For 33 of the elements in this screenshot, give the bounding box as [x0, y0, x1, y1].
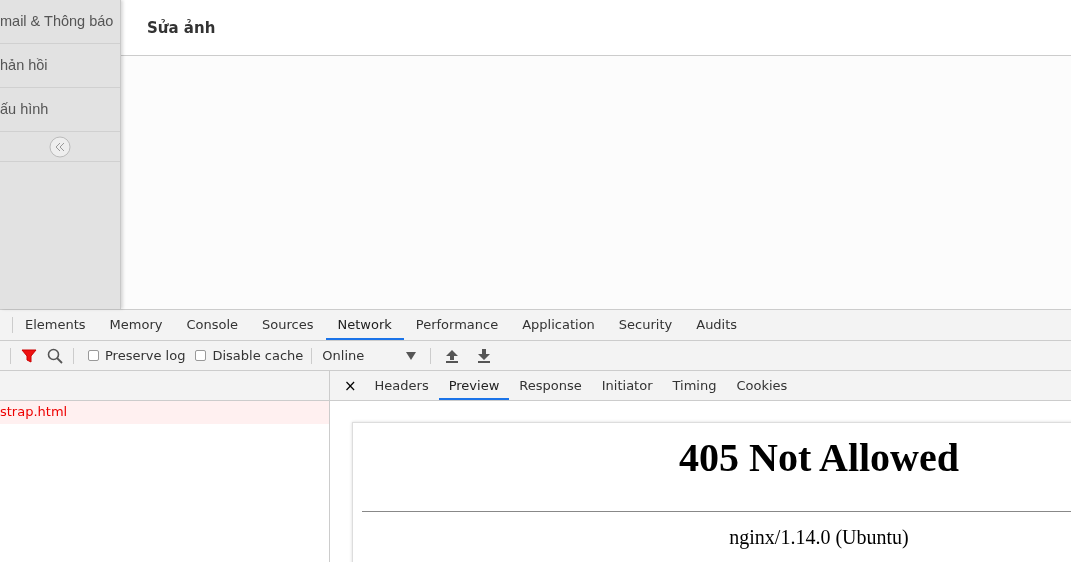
- request-row[interactable]: strap.html: [0, 401, 329, 424]
- sidebar-item[interactable]: ấu hình: [0, 98, 49, 121]
- filter-icon[interactable]: [21, 348, 37, 363]
- download-icon[interactable]: [477, 348, 492, 363]
- throttle-select[interactable]: Online: [320, 345, 401, 366]
- server-signature: nginx/1.14.0 (Ubuntu): [729, 526, 909, 548]
- detail-tab[interactable]: Initiator: [591, 371, 663, 400]
- error-heading: 405 Not Allowed: [678, 434, 960, 482]
- checkbox[interactable]: [88, 350, 99, 361]
- page-title: Sửa ảnh: [147, 19, 216, 37]
- devtools-tab[interactable]: Elements: [13, 310, 98, 340]
- sidebar-item[interactable]: mail & Thông báo: [0, 10, 114, 33]
- upload-icon[interactable]: [445, 348, 460, 363]
- devtools-tab[interactable]: Memory: [97, 310, 175, 340]
- devtools-tab[interactable]: Security: [606, 310, 685, 340]
- devtools-tab[interactable]: Network: [325, 310, 404, 340]
- detail-tab[interactable]: Timing: [662, 371, 727, 400]
- sidebar-item[interactable]: hản hồi: [0, 54, 48, 77]
- detail-tab[interactable]: Response: [509, 371, 592, 400]
- devtools-tab[interactable]: Console: [174, 310, 251, 340]
- search-icon[interactable]: [47, 347, 63, 364]
- checkbox-label: Preserve log: [105, 346, 186, 365]
- detail-tab[interactable]: Preview: [438, 371, 510, 400]
- checkbox-label: Disable cache: [212, 346, 304, 365]
- devtools-tab[interactable]: Performance: [403, 310, 511, 340]
- dropdown-caret-icon[interactable]: [406, 351, 417, 360]
- devtools-tab[interactable]: Audits: [684, 310, 750, 340]
- devtools-tab[interactable]: Sources: [250, 310, 326, 340]
- devtools-tab[interactable]: Application: [510, 310, 607, 340]
- checkbox[interactable]: [195, 350, 207, 361]
- detail-tab[interactable]: Cookies: [726, 371, 798, 400]
- close-button[interactable]: ×: [336, 371, 365, 400]
- detail-tab[interactable]: Headers: [364, 371, 439, 400]
